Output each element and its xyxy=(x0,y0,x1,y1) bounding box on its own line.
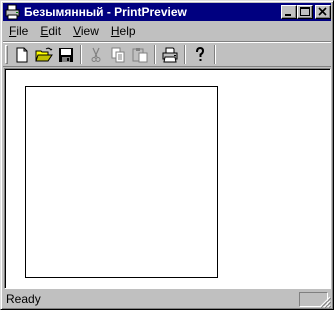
menu-help[interactable]: Help xyxy=(105,22,142,40)
status-text: Ready xyxy=(6,292,41,306)
maximize-button[interactable] xyxy=(297,5,313,19)
window-title: Безымянный - PrintPreview xyxy=(24,5,187,19)
preview-area[interactable] xyxy=(4,68,331,289)
preview-page xyxy=(25,86,218,278)
open-folder-icon xyxy=(35,47,53,62)
close-button[interactable] xyxy=(315,5,331,19)
cut-icon xyxy=(91,47,101,62)
size-grip-icon[interactable] xyxy=(319,296,331,308)
main-window: Безымянный - PrintPreview File Edit View… xyxy=(0,0,334,310)
paste-icon xyxy=(132,48,148,63)
toolbar-separator xyxy=(184,45,186,64)
minimize-icon xyxy=(285,14,291,16)
toolbar-separator xyxy=(154,45,156,64)
help-button[interactable] xyxy=(191,46,209,64)
menu-view[interactable]: View xyxy=(67,22,105,40)
save-disk-icon xyxy=(59,48,73,62)
help-icon xyxy=(196,46,205,61)
title-bar[interactable]: Безымянный - PrintPreview xyxy=(3,3,331,21)
copy-icon xyxy=(111,47,125,63)
open-button[interactable] xyxy=(35,46,53,64)
new-file-button[interactable] xyxy=(13,46,31,64)
cut-button[interactable] xyxy=(87,46,105,64)
new-file-icon xyxy=(16,47,28,63)
print-icon xyxy=(162,47,178,63)
save-button[interactable] xyxy=(57,46,75,64)
printer-app-icon[interactable] xyxy=(5,4,21,20)
menu-file[interactable]: File xyxy=(3,22,34,40)
maximize-icon xyxy=(300,7,310,16)
toolbar-separator xyxy=(80,45,82,64)
minimize-button[interactable] xyxy=(281,5,297,19)
toolbar-separator xyxy=(214,45,216,64)
menu-edit[interactable]: Edit xyxy=(34,22,67,40)
copy-button[interactable] xyxy=(109,46,127,64)
print-button[interactable] xyxy=(161,46,179,64)
status-bar: Ready xyxy=(3,291,331,308)
close-icon xyxy=(318,7,327,16)
toolbar xyxy=(3,41,331,67)
paste-button[interactable] xyxy=(131,46,149,64)
toolbar-grip[interactable] xyxy=(5,45,8,64)
menu-bar: File Edit View Help xyxy=(3,22,142,40)
